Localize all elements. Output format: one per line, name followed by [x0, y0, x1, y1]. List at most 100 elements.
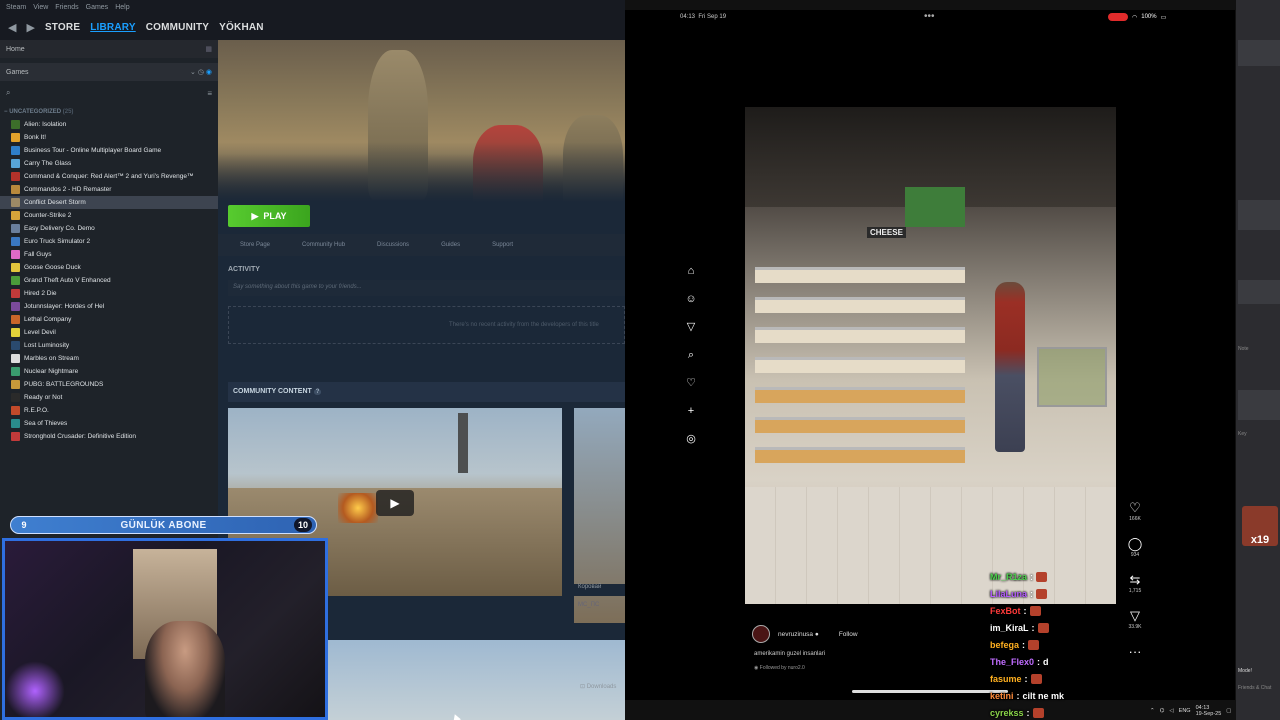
game-list-item[interactable]: Sea of Thieves	[0, 417, 218, 430]
game-list-item[interactable]: Counter-Strike 2	[0, 209, 218, 222]
game-list-item[interactable]: Bonk It!	[0, 131, 218, 144]
game-name: Business Tour - Online Multiplayer Board…	[24, 147, 162, 154]
subnav-community-hub[interactable]: Community Hub	[302, 242, 345, 248]
downloads-status[interactable]: ⊡ Downloads	[580, 683, 616, 690]
edge-note: Note	[1238, 346, 1249, 352]
game-list-item[interactable]: R.E.P.O.	[0, 404, 218, 417]
community-bottom-thumbnail[interactable]	[328, 640, 625, 720]
category-header[interactable]: − UNCATEGORIZED (25)	[0, 109, 218, 118]
comment-icon[interactable]: ◯	[1128, 536, 1143, 552]
clock-icon[interactable]: ◷	[198, 69, 204, 76]
subnav-discussions[interactable]: Discussions	[377, 242, 409, 248]
phone-time: 04:13	[680, 14, 696, 20]
volume-icon[interactable]: ◁	[1169, 708, 1173, 714]
game-list-item[interactable]: Jotunnslayer: Hordes of Hel	[0, 300, 218, 313]
game-list-item[interactable]: Easy Delivery Co. Demo	[0, 222, 218, 235]
follow-button[interactable]: Follow	[839, 631, 858, 638]
chat-username[interactable]: FexBot	[990, 606, 1021, 616]
help-icon[interactable]: ?	[313, 389, 322, 395]
upload-plus-icon[interactable]: +	[684, 404, 698, 418]
search-icon[interactable]: ⌕	[6, 88, 10, 98]
game-list-item[interactable]: Fall Guys	[0, 248, 218, 261]
forward-arrow-icon[interactable]: ▶	[26, 21, 34, 34]
chevron-down-icon[interactable]: ⌄	[190, 69, 196, 76]
game-list-item[interactable]: Ready or Not	[0, 391, 218, 404]
search-icon[interactable]: ⌕	[684, 348, 698, 362]
game-list-item[interactable]: Conflict Desert Storm	[0, 196, 218, 209]
produce-sign	[905, 187, 965, 227]
game-list-item[interactable]: Goose Goose Duck	[0, 261, 218, 274]
games-dropdown[interactable]: Games ⌄ ◷ ◉	[0, 63, 218, 81]
game-list-item[interactable]: Alien: Isolation	[0, 118, 218, 131]
library-search[interactable]: ⌕ ≡	[0, 85, 218, 101]
activity-input[interactable]: Say something about this game to your fr…	[228, 280, 625, 296]
subnav-guides[interactable]: Guides	[441, 242, 460, 248]
language-label[interactable]: ENG	[1179, 708, 1191, 714]
game-list-item[interactable]: Carry The Glass	[0, 157, 218, 170]
game-list-item[interactable]: Commandos 2 - HD Remaster	[0, 183, 218, 196]
activity-empty: There's no recent activity from the deve…	[228, 306, 625, 344]
heart-icon[interactable]: ♡	[1129, 500, 1141, 516]
friends-icon[interactable]: ☺	[684, 292, 698, 306]
nav-library[interactable]: LIBRARY	[90, 22, 135, 33]
nav-user[interactable]: YÖKHAN	[219, 22, 264, 33]
author-avatar[interactable]	[752, 625, 770, 643]
game-list-item[interactable]: Grand Theft Auto V Enhanced	[0, 274, 218, 287]
community-side-label: Коровай	[574, 584, 625, 596]
game-name: Ready or Not	[24, 394, 63, 401]
chat-username[interactable]: fasume	[990, 674, 1022, 684]
chat-username[interactable]: Mr_R1za	[990, 572, 1027, 582]
subnav-support[interactable]: Support	[492, 242, 513, 248]
clock[interactable]: 04:13 19-Sep-25	[1196, 705, 1222, 717]
activity-heart-icon[interactable]: ♡	[684, 376, 698, 390]
game-list-item[interactable]: Level Devil	[0, 326, 218, 339]
sidebar-home[interactable]: Home ▦	[0, 40, 218, 58]
home-icon[interactable]: ⌂	[684, 264, 698, 278]
menu-item[interactable]: Help	[115, 4, 129, 11]
profile-icon[interactable]: ◎	[684, 432, 698, 446]
chat-username[interactable]: The_Flex0	[990, 657, 1034, 667]
subnav-store-page[interactable]: Store Page	[240, 242, 270, 248]
nav-store[interactable]: STORE	[45, 22, 80, 33]
back-arrow-icon[interactable]: ◀	[8, 21, 16, 34]
nav-community[interactable]: COMMUNITY	[146, 22, 209, 33]
steam-menu[interactable]: Steam	[6, 4, 26, 11]
chat-username[interactable]: cyrekss	[990, 708, 1024, 718]
chat-username[interactable]: LilaLuna	[990, 589, 1027, 599]
tiktok-video[interactable]: CHEESE	[745, 107, 1116, 604]
menu-item[interactable]: Friends	[55, 4, 78, 11]
explore-icon[interactable]: ▽	[684, 320, 698, 334]
game-list-item[interactable]: Nuclear Nightmare	[0, 365, 218, 378]
menu-item[interactable]: View	[33, 4, 48, 11]
chat-username[interactable]: ketini	[990, 691, 1014, 701]
game-list-item[interactable]: Marbles on Stream	[0, 352, 218, 365]
chat-username[interactable]: befega	[990, 640, 1019, 650]
notification-icon[interactable]: ▢	[1226, 708, 1231, 714]
shelf	[755, 417, 965, 433]
menu-item[interactable]: Games	[86, 4, 109, 11]
chat-username[interactable]: im_KiraL	[990, 623, 1029, 633]
tray-arrow-icon[interactable]: ⌃	[1150, 708, 1155, 714]
play-filter-icon[interactable]: ◉	[206, 69, 212, 76]
play-button[interactable]: ▶ PLAY	[228, 205, 310, 227]
more-dots-icon[interactable]: •••	[924, 11, 935, 22]
filter-icon[interactable]: ≡	[207, 89, 212, 98]
game-icon	[11, 354, 20, 363]
game-list-item[interactable]: Stronghold Crusader: Definitive Edition	[0, 430, 218, 443]
video-play-icon[interactable]: ▶	[376, 490, 414, 516]
game-list-item[interactable]: Lost Luminosity	[0, 339, 218, 352]
author-name[interactable]: nevruzinusa ●	[778, 631, 819, 638]
video-author: nevruzinusa ● Follow	[752, 625, 858, 643]
game-list-item[interactable]: Hired 2 Die	[0, 287, 218, 300]
game-list-item[interactable]: Euro Truck Simulator 2	[0, 235, 218, 248]
game-hero-image	[218, 40, 625, 202]
explosion	[338, 493, 378, 523]
game-list-item[interactable]: PUBG: BATTLEGROUNDS	[0, 378, 218, 391]
grid-view-icon[interactable]: ▦	[205, 45, 212, 53]
chat-separator: :	[1030, 588, 1034, 599]
game-list-item[interactable]: Command & Conquer: Red Alert™ 2 and Yuri…	[0, 170, 218, 183]
game-list-item[interactable]: Lethal Company	[0, 313, 218, 326]
game-icon	[11, 250, 20, 259]
game-list-item[interactable]: Business Tour - Online Multiplayer Board…	[0, 144, 218, 157]
network-icon[interactable]: ⌬	[1160, 708, 1165, 714]
